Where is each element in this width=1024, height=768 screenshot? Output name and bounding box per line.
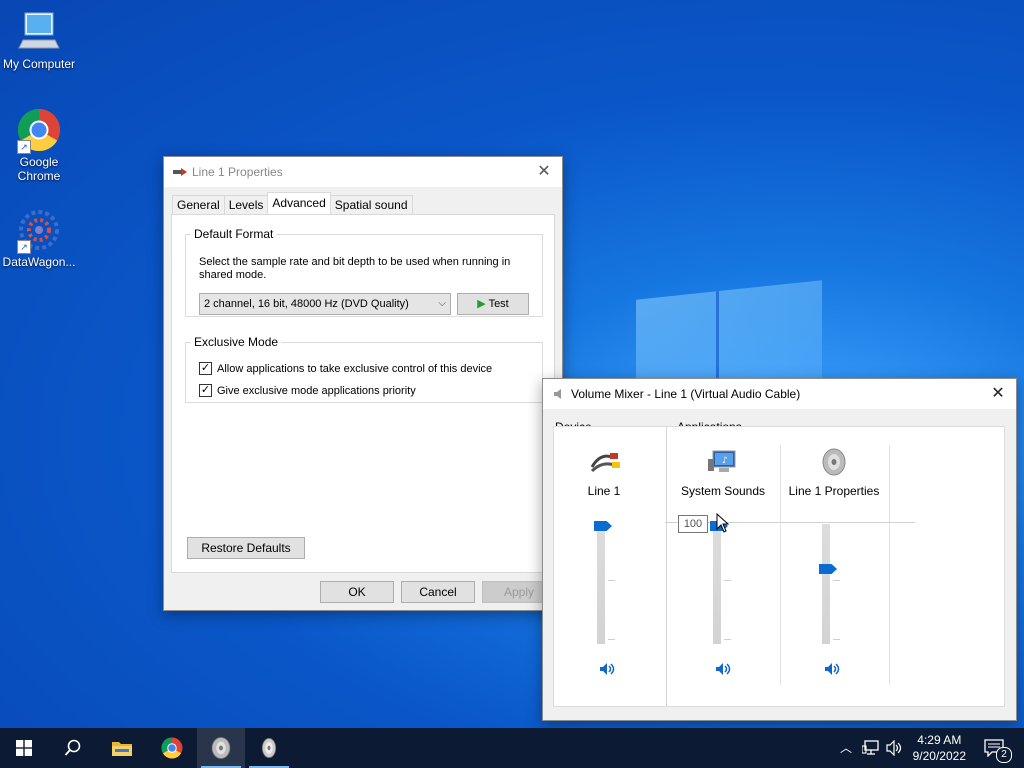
volume-slider-track[interactable] xyxy=(822,524,830,644)
slider-tick xyxy=(608,639,615,640)
taskbar-chrome[interactable] xyxy=(148,728,196,768)
channel-name: Line 1 xyxy=(587,484,621,498)
clock[interactable]: 4:29 AM 9/20/2022 xyxy=(913,732,966,764)
channel-name: Line 1 Properties xyxy=(788,484,880,498)
mouse-cursor-icon xyxy=(716,513,730,533)
volume-slider-thumb[interactable] xyxy=(819,564,837,574)
desktop-icon-label: Google Chrome xyxy=(17,155,61,183)
mute-speaker-icon[interactable] xyxy=(823,661,841,677)
test-button-label: Test xyxy=(488,298,509,310)
mixer-close-button[interactable]: ✕ xyxy=(988,384,1008,404)
notification-count-badge: 2 xyxy=(996,747,1012,763)
tab-general[interactable]: General xyxy=(172,195,225,214)
cancel-button[interactable]: Cancel xyxy=(401,581,475,603)
close-icon: ✕ xyxy=(537,163,551,180)
volume-slider-track[interactable] xyxy=(597,524,605,644)
mixer-panel: Line 1 ♪ System Sounds 100 Line 1 Proper… xyxy=(553,426,1005,707)
default-format-description: Select the sample rate and bit depth to … xyxy=(199,256,511,281)
slider-tick xyxy=(608,580,615,581)
speaker-icon xyxy=(822,448,846,476)
default-format-group: Default Format Select the sample rate an… xyxy=(185,227,543,317)
exclusive-priority-checkbox[interactable]: ✓ Give exclusive mode applications prior… xyxy=(199,384,416,397)
taskbar-volume-mixer[interactable] xyxy=(245,728,293,768)
desktop-icon-google-chrome[interactable]: ↗ Google Chrome xyxy=(0,108,78,183)
start-button[interactable] xyxy=(0,728,48,768)
tab-levels[interactable]: Levels xyxy=(223,195,269,214)
slider-tick xyxy=(724,639,731,640)
speaker-icon xyxy=(262,738,276,758)
audio-cable-icon xyxy=(590,453,620,473)
desktop-icon-label: My Computer xyxy=(2,57,76,71)
allow-exclusive-checkbox[interactable]: ✓ Allow applications to take exclusive c… xyxy=(199,362,492,375)
volume-slider-thumb[interactable] xyxy=(594,521,612,531)
slider-tick xyxy=(833,580,840,581)
sample-rate-value: 2 channel, 16 bit, 48000 Hz (DVD Quality… xyxy=(204,298,409,310)
dialog-title: Line 1 Properties xyxy=(192,165,283,179)
taskbar: ︿ 4:29 AM 9/20/2022 2 xyxy=(0,728,1024,768)
volume-tooltip: 100 xyxy=(678,515,708,533)
checkbox-checked-icon: ✓ xyxy=(199,362,212,375)
mute-speaker-icon[interactable] xyxy=(714,661,732,677)
chevron-up-icon: ︿ xyxy=(840,741,853,755)
mixer-title: Volume Mixer - Line 1 (Virtual Audio Cab… xyxy=(571,387,801,401)
system-sounds-icon: ♪ xyxy=(708,450,736,472)
checkbox-label: Give exclusive mode applications priorit… xyxy=(217,384,416,397)
checkbox-checked-icon: ✓ xyxy=(199,384,212,397)
show-hidden-icons[interactable]: ︿ xyxy=(840,739,852,756)
volume-icon[interactable] xyxy=(886,740,904,756)
exclusive-mode-group: Exclusive Mode ✓ Allow applications to t… xyxy=(185,335,543,403)
restore-defaults-button[interactable]: Restore Defaults xyxy=(187,537,305,559)
desktop-icon-label: DataWagon... xyxy=(2,255,76,269)
audio-cable-icon xyxy=(173,168,187,176)
properties-dialog: Line 1 Properties ✕ General Levels Advan… xyxy=(163,156,563,611)
close-icon: ✕ xyxy=(991,385,1005,402)
shortcut-arrow-icon: ↗ xyxy=(17,140,31,154)
network-icon[interactable] xyxy=(862,740,880,756)
shortcut-arrow-icon: ↗ xyxy=(17,240,31,254)
channel-line-1-properties: Line 1 Properties xyxy=(781,427,890,706)
mixer-titlebar[interactable]: Volume Mixer - Line 1 (Virtual Audio Cab… xyxy=(543,379,1016,409)
channel-name: System Sounds xyxy=(680,484,766,498)
search-icon xyxy=(64,739,81,756)
desktop-icon-my-computer[interactable]: My Computer xyxy=(0,10,78,71)
svg-text:♪: ♪ xyxy=(722,456,728,466)
play-icon: ▶ xyxy=(477,298,486,310)
folder-icon xyxy=(112,742,132,756)
clock-date: 9/20/2022 xyxy=(912,749,966,763)
datawagon-icon: ↗ xyxy=(17,208,61,254)
mute-speaker-icon[interactable] xyxy=(598,661,616,677)
chrome-icon: ↗ xyxy=(17,108,61,154)
close-button[interactable]: ✕ xyxy=(534,162,554,182)
monitor-icon xyxy=(17,10,61,54)
chrome-icon xyxy=(161,737,183,759)
channel-system-sounds: ♪ System Sounds 100 xyxy=(665,427,915,706)
desktop-icon-datawagon[interactable]: ↗ DataWagon... xyxy=(0,208,78,269)
tab-strip: General Levels Advanced Spatial sound xyxy=(172,192,413,215)
action-center-button[interactable]: 2 xyxy=(980,728,1024,768)
slider-tick xyxy=(724,580,731,581)
default-format-legend: Default Format xyxy=(194,227,274,241)
tab-spatial-sound[interactable]: Spatial sound xyxy=(329,195,413,214)
search-button[interactable] xyxy=(48,728,96,768)
slider-tick xyxy=(833,639,840,640)
windows-logo-icon xyxy=(16,740,32,756)
advanced-tab-panel: Default Format Select the sample rate an… xyxy=(171,214,555,573)
test-button[interactable]: ▶ Test xyxy=(457,293,529,315)
tab-advanced[interactable]: Advanced xyxy=(267,192,331,214)
volume-slider-track[interactable] xyxy=(713,524,721,644)
volume-mixer-window: Volume Mixer - Line 1 (Virtual Audio Cab… xyxy=(542,378,1017,721)
sample-rate-select[interactable]: 2 channel, 16 bit, 48000 Hz (DVD Quality… xyxy=(199,293,451,315)
chevron-down-icon: ⌵ xyxy=(438,298,446,309)
exclusive-mode-legend: Exclusive Mode xyxy=(194,335,279,349)
speaker-icon xyxy=(211,737,231,759)
channel-line-1: Line 1 xyxy=(554,427,666,706)
speaker-icon xyxy=(554,389,561,399)
ok-button[interactable]: OK xyxy=(320,581,394,603)
taskbar-sound-properties[interactable] xyxy=(197,728,245,768)
properties-titlebar[interactable]: Line 1 Properties ✕ xyxy=(164,157,562,187)
clock-time: 4:29 AM xyxy=(917,733,962,747)
checkbox-label: Allow applications to take exclusive con… xyxy=(217,362,493,375)
taskbar-file-explorer[interactable] xyxy=(98,728,146,768)
